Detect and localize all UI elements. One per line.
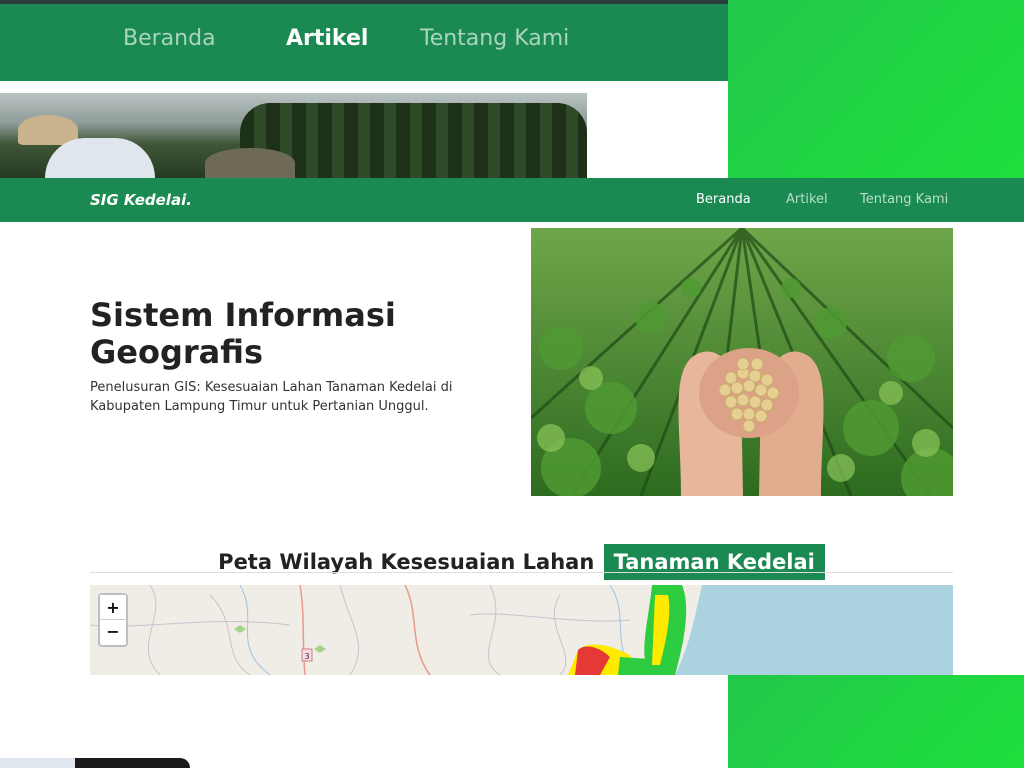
bottom-partial-image (0, 758, 190, 768)
route-number-label: 3 (304, 652, 309, 661)
map-title-highlight: Tanaman Kedelai (603, 544, 825, 581)
map-title-plain: Peta Wilayah Kesesuaian Lahan (218, 550, 595, 575)
background-farmers-photo (0, 93, 587, 178)
nav-beranda[interactable]: Beranda (696, 192, 751, 207)
nav-artikel[interactable]: Artikel (786, 192, 828, 207)
background-navbar: Beranda Artikel Tentang Kami (0, 0, 728, 81)
background-nav-beranda[interactable]: Beranda (123, 26, 216, 51)
zoom-in-button[interactable]: + (100, 595, 126, 619)
farmer-shirt (45, 138, 155, 178)
map-zoom-control: + − (98, 593, 128, 647)
brand-logo[interactable]: SIG Kedelai. (90, 191, 192, 209)
background-nav-artikel[interactable]: Artikel (286, 26, 368, 51)
suitability-map[interactable]: 3 + − (90, 585, 953, 675)
farmer-hat-second (205, 148, 295, 178)
soybean-field-illustration (531, 228, 953, 496)
soybean-field-image (531, 228, 953, 496)
nav-tentang-kami[interactable]: Tentang Kami (860, 192, 948, 207)
zoom-out-button[interactable]: − (100, 619, 126, 643)
hero-subtitle: Penelusuran GIS: Kesesuaian Lahan Tanama… (90, 380, 453, 414)
map-tiles: 3 (90, 585, 953, 675)
hero-title: Sistem Informasi Geografis (90, 296, 396, 371)
background-nav-tentang-kami[interactable]: Tentang Kami (420, 26, 569, 51)
section-divider (90, 572, 953, 573)
decorative-green-block-bottom (728, 675, 1024, 768)
map-section-title: Peta Wilayah Kesesuaian Lahan Tanaman Ke… (90, 544, 953, 584)
main-navbar: SIG Kedelai. Beranda Artikel Tentang Kam… (0, 178, 1024, 222)
decorative-green-block-top (728, 0, 1024, 178)
